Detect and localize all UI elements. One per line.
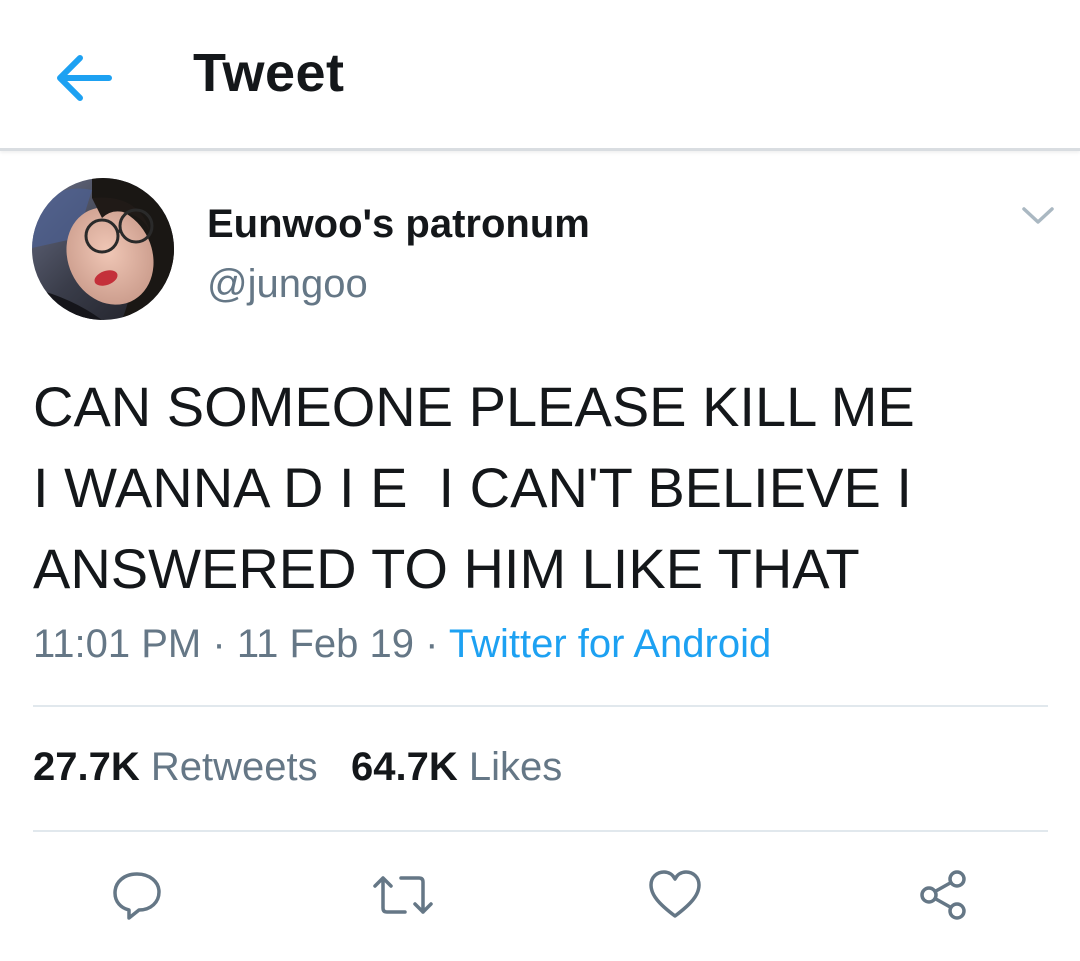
retweet-icon — [373, 876, 433, 914]
tweet-date: 11 Feb 19 — [236, 622, 414, 666]
like-heart-icon — [649, 870, 701, 918]
arrow-left-icon — [57, 55, 112, 101]
meta-separator: · — [425, 622, 439, 666]
divider — [33, 705, 1048, 707]
likes-stat[interactable]: 64.7K Likes — [351, 745, 562, 789]
tweet-actions-bar — [0, 855, 1080, 935]
avatar[interactable] — [32, 178, 174, 320]
avatar-photo — [32, 178, 174, 320]
tweet-text-line: ANSWERED TO HIM LIKE THAT — [33, 537, 860, 600]
share-button[interactable] — [911, 863, 975, 927]
divider — [33, 830, 1048, 832]
retweets-count: 27.7K — [33, 745, 140, 789]
tweet-time: 11:01 PM — [33, 622, 202, 666]
tweet-source-link[interactable]: Twitter for Android — [449, 622, 771, 666]
likes-count: 64.7K — [350, 745, 458, 789]
app-header: Tweet — [0, 0, 1080, 151]
like-button[interactable] — [643, 863, 707, 927]
reply-button[interactable] — [105, 863, 169, 927]
chevron-down-icon — [1022, 207, 1054, 224]
meta-separator: · — [212, 622, 226, 666]
retweets-stat[interactable]: 27.7K Retweets — [33, 745, 318, 789]
page-title: Tweet — [193, 43, 345, 103]
tweet-text-line: I WANNA D I E I CAN'T BELIEVE I — [33, 456, 912, 519]
reply-icon — [113, 872, 161, 920]
retweet-button[interactable] — [371, 863, 435, 927]
tweet-menu-button[interactable] — [1016, 196, 1060, 236]
tweet-stats: 27.7K Retweets 64.7K Likes — [33, 745, 562, 790]
tweet-text: CAN SOMEONE PLEASE KILL ME I WANNA D I E… — [33, 366, 1043, 609]
likes-label: Likes — [468, 745, 563, 789]
back-button[interactable] — [50, 45, 116, 111]
author-display-name[interactable]: Eunwoo's patronum — [207, 202, 590, 247]
tweet-meta: 11:01 PM · 11 Feb 19 · Twitter for Andro… — [33, 622, 771, 667]
retweets-label: Retweets — [150, 745, 318, 789]
tweet-text-line: CAN SOMEONE PLEASE KILL ME — [33, 375, 915, 438]
author-handle[interactable]: @jungoo — [207, 262, 368, 307]
share-icon — [920, 870, 966, 920]
